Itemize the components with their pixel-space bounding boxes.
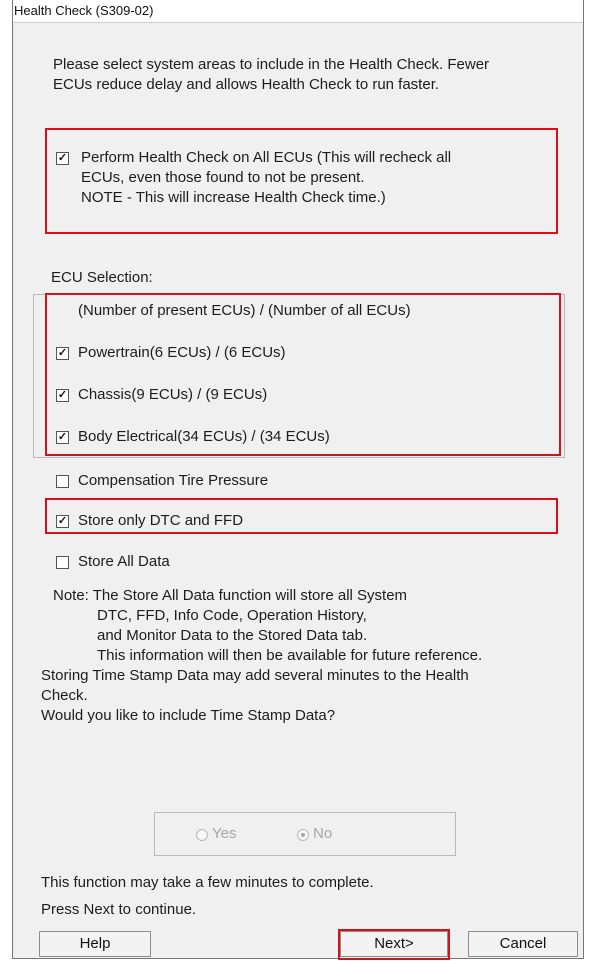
intro-line-2: ECUs reduce delay and allows Health Chec… [53,76,440,93]
ecu-selection-header: (Number of present ECUs) / (Number of al… [78,302,411,319]
footer-line-1: This function may take a few minutes to … [41,874,374,891]
body-electrical-checkbox[interactable] [56,431,69,444]
compensation-tire-pressure-label[interactable]: Compensation Tire Pressure [78,471,268,491]
title-bar: Health Check (S309-02) [13,0,583,23]
all-ecus-line-3: NOTE - This will increase Health Check t… [81,189,386,206]
note-line-3: and Monitor Data to the Stored Data tab. [97,627,368,644]
all-ecus-line-2: ECUs, even those found to not be present… [81,169,365,186]
powertrain-label[interactable]: Powertrain(6 ECUs) / (6 ECUs) [78,343,286,363]
cancel-button[interactable]: Cancel [468,931,578,957]
chassis-label[interactable]: Chassis(9 ECUs) / (9 ECUs) [78,385,267,405]
store-dtc-checkbox[interactable] [56,515,69,528]
timestamp-yes-radio[interactable] [196,829,208,841]
intro-line-1: Please select system areas to include in… [53,56,490,73]
footer-line-2: Press Next to continue. [41,901,197,918]
ecu-selection-label: ECU Selection: [51,269,153,286]
note-line-6: Check. [41,687,88,704]
timestamp-yes-label[interactable]: Yes [212,824,236,844]
window-title: Health Check (S309-02) [14,3,154,18]
note-line-1: Note: The Store All Data function will s… [53,587,408,604]
chassis-checkbox[interactable] [56,389,69,402]
note-line-7: Would you like to include Time Stamp Dat… [41,707,336,724]
store-dtc-label[interactable]: Store only DTC and FFD [78,511,243,531]
timestamp-no-label[interactable]: No [313,824,332,844]
store-all-data-label[interactable]: Store All Data [78,552,170,572]
all-ecus-line-1[interactable]: Perform Health Check on All ECUs (This w… [81,148,451,168]
body-electrical-label[interactable]: Body Electrical(34 ECUs) / (34 ECUs) [78,427,330,447]
note-line-4: This information will then be available … [97,647,483,664]
health-check-dialog: Health Check (S309-02) Please select sys… [12,0,584,960]
help-button[interactable]: Help [39,931,151,957]
note-line-2: DTC, FFD, Info Code, Operation History, [97,607,367,624]
powertrain-checkbox[interactable] [56,347,69,360]
next-button-highlight [338,929,450,960]
all-ecus-checkbox[interactable] [56,152,69,165]
timestamp-no-radio[interactable] [297,829,309,841]
note-line-5: Storing Time Stamp Data may add several … [41,667,469,684]
store-all-data-checkbox[interactable] [56,556,69,569]
compensation-tire-pressure-checkbox[interactable] [56,475,69,488]
